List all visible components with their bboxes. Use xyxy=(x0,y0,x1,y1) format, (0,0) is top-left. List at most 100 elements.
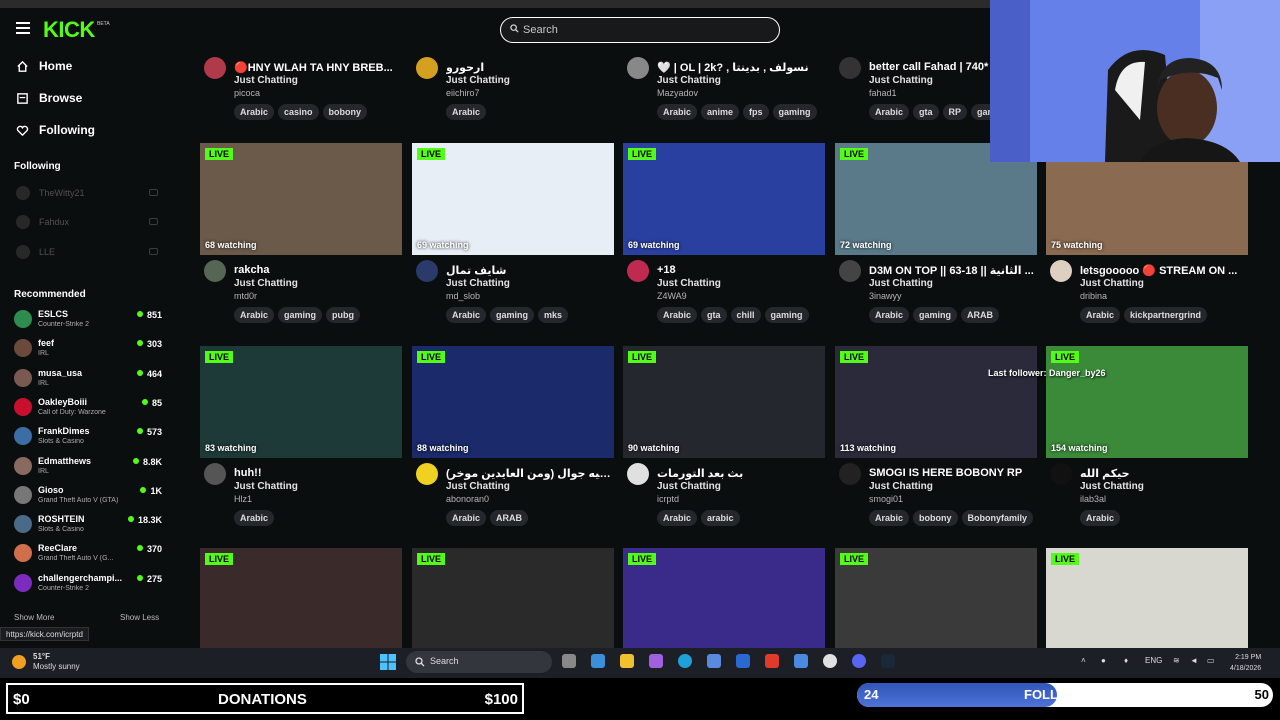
tag-chip[interactable]: chill xyxy=(730,307,761,323)
sidebar-followed-channel[interactable]: TheWitty21 xyxy=(16,185,164,201)
stream-title[interactable]: huh!! xyxy=(234,467,400,479)
sidebar-recommended-channel[interactable]: OakleyBoiii Call of Duty: Warzone 85 xyxy=(14,395,164,421)
mail-icon[interactable] xyxy=(794,654,808,668)
stream-card[interactable]: 🤍 | OL | 2k? , نسولف , بدينتا Just Chatti… xyxy=(623,0,825,130)
stream-title[interactable]: +18 xyxy=(657,264,823,276)
steam-icon[interactable] xyxy=(881,654,895,668)
tag-chip[interactable]: Arabic xyxy=(446,510,487,526)
avatar[interactable] xyxy=(1050,260,1072,282)
stream-card[interactable]: LIVE 69 watching شايف تمال Just Chatting md_… xyxy=(412,143,614,333)
tag-chip[interactable]: anime xyxy=(701,104,740,120)
tag-chip[interactable]: Arabic xyxy=(446,104,487,120)
avatar[interactable] xyxy=(204,260,226,282)
sidebar-recommended-channel[interactable]: Gioso Grand Theft Auto V (GTA) 1K xyxy=(14,483,164,509)
stream-title[interactable]: D3M ON TOP || 63-18 || الثانية ... xyxy=(869,264,1035,277)
tag-chip[interactable]: RP xyxy=(942,104,968,120)
tag-chip[interactable]: Bobonyfamily xyxy=(961,510,1034,526)
sidebar-recommended-channel[interactable]: ROSHTEIN Slots & Casino 18.3K xyxy=(14,512,164,538)
stream-thumbnail[interactable]: LIVE xyxy=(412,548,614,660)
tag-chip[interactable]: pubg xyxy=(326,307,361,323)
discord-icon[interactable] xyxy=(852,654,866,668)
volume-icon[interactable]: ◄ xyxy=(1190,656,1198,665)
avatar[interactable] xyxy=(416,260,438,282)
tag-chip[interactable]: gta xyxy=(701,307,727,323)
stream-category[interactable]: Just Chatting xyxy=(234,75,298,86)
avatar[interactable] xyxy=(839,260,861,282)
sidebar-item-home[interactable]: Home xyxy=(16,56,72,76)
language-indicator[interactable]: ENG xyxy=(1145,656,1162,665)
streamer-name[interactable]: Mazyadov xyxy=(657,88,698,98)
stream-category[interactable]: Just Chatting xyxy=(869,278,933,289)
store-icon[interactable] xyxy=(707,654,721,668)
sidebar-recommended-channel[interactable]: FrankDimes Slots & Casino 573 xyxy=(14,424,164,450)
streamer-name[interactable]: abonoran0 xyxy=(446,494,489,504)
microphone-icon[interactable]: ♦ xyxy=(1124,656,1128,665)
tag-chip[interactable]: ARAB xyxy=(961,307,1000,323)
wifi-icon[interactable]: ≋ xyxy=(1173,656,1180,665)
stream-thumbnail[interactable]: LIVE 154 watching xyxy=(1046,346,1248,458)
copilot-icon[interactable] xyxy=(649,654,663,668)
sidebar-item-browse[interactable]: Browse xyxy=(16,88,82,108)
stream-thumbnail[interactable]: LIVE 90 watching xyxy=(623,346,825,458)
stream-title[interactable]: بث بعد التورمات xyxy=(657,467,823,480)
stream-title[interactable]: SMOGI IS HERE BOBONY RP xyxy=(869,467,1035,479)
stream-thumbnail[interactable]: LIVE 69 watching xyxy=(412,143,614,255)
sidebar-recommended-channel[interactable]: Edmatthews IRL 8.8K xyxy=(14,454,164,480)
tag-chip[interactable]: Arabic xyxy=(1080,307,1121,323)
tag-chip[interactable]: Arabic xyxy=(1080,510,1121,526)
stream-thumbnail[interactable]: LIVE xyxy=(200,548,402,660)
tag-chip[interactable]: bobony xyxy=(913,510,958,526)
tag-chip[interactable]: gaming xyxy=(772,104,817,120)
stream-title[interactable]: ارحورو xyxy=(446,61,612,74)
avatar[interactable] xyxy=(839,57,861,79)
show-less-link[interactable]: Show Less xyxy=(120,613,159,622)
sidebar-recommended-channel[interactable]: challengerchampi... Counter-Strike 2 275 xyxy=(14,571,164,597)
avatar[interactable] xyxy=(839,463,861,485)
stream-category[interactable]: Just Chatting xyxy=(657,278,721,289)
stream-title[interactable]: حيكم الله xyxy=(1080,467,1246,480)
stream-category[interactable]: Just Chatting xyxy=(1080,481,1144,492)
stream-thumbnail[interactable]: LIVE 68 watching xyxy=(200,143,402,255)
system-clock[interactable]: 2:19 PM 4/18/2026 xyxy=(1230,652,1261,674)
avatar[interactable] xyxy=(1050,463,1072,485)
stream-title[interactable]: افضل خلقيه جوال (ومن العايدين موخر) ... xyxy=(446,467,612,480)
avatar[interactable] xyxy=(416,463,438,485)
stream-category[interactable]: Just Chatting xyxy=(869,481,933,492)
task-view-icon[interactable] xyxy=(562,654,576,668)
avatar[interactable] xyxy=(627,57,649,79)
stream-title[interactable]: 🤍 | OL | 2k? , نسولف , بدينتا xyxy=(657,61,823,74)
tag-chip[interactable]: arabic xyxy=(701,510,740,526)
streamer-name[interactable]: picoca xyxy=(234,88,260,98)
tag-chip[interactable]: gaming xyxy=(490,307,535,323)
file-explorer-icon[interactable] xyxy=(620,654,634,668)
stream-title[interactable]: rakcha xyxy=(234,264,400,276)
tag-chip[interactable]: casino xyxy=(278,104,319,120)
stream-card[interactable]: LIVE 72 watching D3M ON TOP || 63-18 || ال… xyxy=(835,143,1037,333)
sidebar-recommended-channel[interactable]: ReeClare Grand Theft Auto V (G... 370 xyxy=(14,541,164,567)
stream-card[interactable]: LIVE75 watchingletsgooooo 🔴 STREAM ON ..… xyxy=(1046,143,1248,333)
tag-chip[interactable]: Arabic xyxy=(869,104,910,120)
tag-chip[interactable]: gaming xyxy=(764,307,809,323)
avatar[interactable] xyxy=(627,260,649,282)
stream-title[interactable]: 🔴HNY WLAH TA HNY BREB... xyxy=(234,61,400,74)
stream-category[interactable]: Just Chatting xyxy=(234,481,298,492)
stream-category[interactable]: Just Chatting xyxy=(446,481,510,492)
stream-card[interactable]: LIVE 69 watching +18 Just Chatting Z4WA9 Arab… xyxy=(623,143,825,333)
battery-icon[interactable]: ▭ xyxy=(1207,656,1215,665)
streamer-name[interactable]: mtd0r xyxy=(234,291,257,301)
tag-chip[interactable]: Arabic xyxy=(657,510,698,526)
stream-thumbnail[interactable]: LIVE xyxy=(1046,548,1248,660)
stream-card[interactable]: LIVE 88 watching افضل خلقيه جوال (ومن العا… xyxy=(412,346,614,536)
tag-chip[interactable]: Arabic xyxy=(657,307,698,323)
stream-thumbnail[interactable]: LIVE xyxy=(623,548,825,660)
edge-icon[interactable] xyxy=(678,654,692,668)
tag-chip[interactable]: ARAB xyxy=(490,510,529,526)
windows-start-icon[interactable] xyxy=(380,654,396,670)
app-icon[interactable] xyxy=(591,654,605,668)
avatar[interactable] xyxy=(204,463,226,485)
sidebar-recommended-channel[interactable]: ESLCS Counter-Strike 2 851 xyxy=(14,307,164,333)
stream-category[interactable]: Just Chatting xyxy=(1080,278,1144,289)
stream-title[interactable]: letsgooooo 🔴 STREAM ON ... xyxy=(1080,264,1246,277)
stream-category[interactable]: Just Chatting xyxy=(657,75,721,86)
tag-chip[interactable]: bobony xyxy=(322,104,368,120)
